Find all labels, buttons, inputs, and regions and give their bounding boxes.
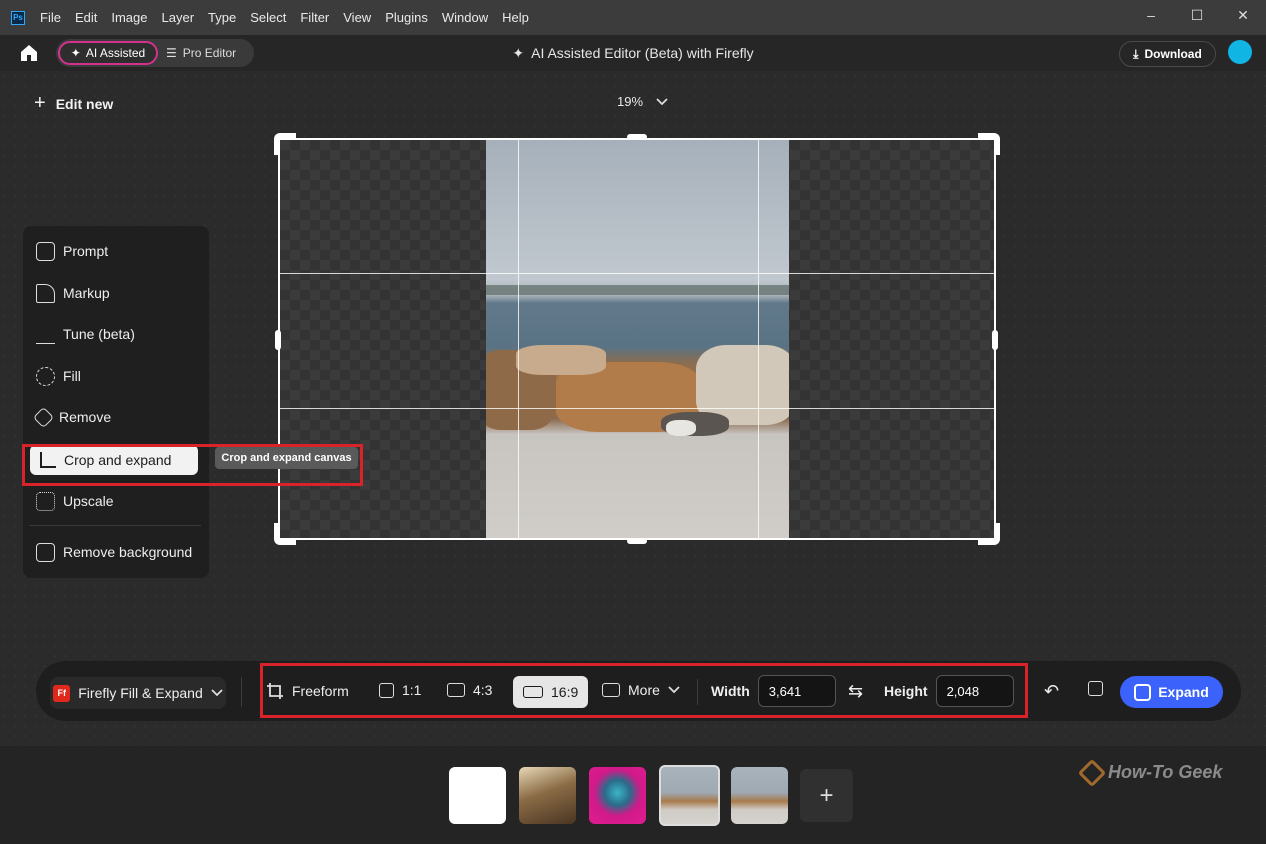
crop-handle-bottom[interactable] <box>627 538 647 544</box>
edit-new-button[interactable]: + Edit new <box>34 92 113 115</box>
page-title-text: AI Assisted Editor (Beta) with Firefly <box>531 45 754 61</box>
minimize-icon[interactable]: – <box>1128 0 1174 30</box>
tool-remove[interactable]: Remove <box>32 402 112 432</box>
close-icon[interactable]: ✕ <box>1220 0 1266 30</box>
highlight-box-crop-tool <box>22 444 363 486</box>
firefly-icon: Ff <box>53 684 71 702</box>
menu-view[interactable]: View <box>336 10 378 25</box>
tool-prompt[interactable]: Prompt <box>36 236 108 266</box>
tool-label: Remove <box>59 409 112 425</box>
tool-remove-background[interactable]: Remove background <box>36 537 192 567</box>
tool-fill[interactable]: Fill <box>36 361 81 391</box>
thumbnail-beach-active[interactable] <box>659 765 720 826</box>
window-titlebar: Ps File Edit Image Layer Type Select Fil… <box>0 0 1266 35</box>
menu-layer[interactable]: Layer <box>155 10 202 25</box>
tool-tune[interactable]: Tune (beta) <box>36 319 135 349</box>
menu-filter[interactable]: Filter <box>293 10 336 25</box>
remove-background-icon <box>36 542 55 562</box>
app-header: ✦ AI Assisted ☰ Pro Editor ✦ AI Assisted… <box>0 35 1266 71</box>
tool-label: Fill <box>63 368 81 384</box>
tool-label: Remove background <box>63 544 193 560</box>
mode-label: Firefly Fill & Expand <box>78 685 203 701</box>
tool-label: Markup <box>63 285 110 301</box>
avatar[interactable] <box>1228 40 1252 64</box>
menu-type[interactable]: Type <box>201 10 243 25</box>
highlight-box-ratio-controls <box>260 663 1028 718</box>
undo-icon: ↶ <box>1044 681 1060 701</box>
thumbnail-blank[interactable] <box>449 767 506 824</box>
download-button[interactable]: ⤓ Download <box>1119 41 1216 67</box>
upscale-icon <box>36 491 55 511</box>
menu-bar: File Edit Image Layer Type Select Filter… <box>33 10 536 25</box>
menu-window[interactable]: Window <box>435 10 495 25</box>
tool-label: Upscale <box>63 493 114 509</box>
menu-image[interactable]: Image <box>104 10 154 25</box>
window-controls: – ☐ ✕ <box>1128 0 1266 30</box>
fill-icon <box>36 366 55 386</box>
chevron-down-icon <box>211 689 223 697</box>
expand-button[interactable]: Expand <box>1120 676 1223 708</box>
menu-select[interactable]: Select <box>243 10 293 25</box>
photoshop-app-icon: Ps <box>11 10 25 25</box>
download-icon: ⤓ <box>1133 46 1139 61</box>
maximize-icon[interactable]: ☐ <box>1174 0 1220 30</box>
tool-markup[interactable]: Markup <box>36 278 110 308</box>
crop-handle-top[interactable] <box>627 134 647 140</box>
photo-rock <box>516 345 606 375</box>
crop-handle-bottom-right[interactable] <box>978 523 1000 545</box>
divider <box>29 525 201 526</box>
tune-icon <box>36 325 55 344</box>
download-label: Download <box>1144 47 1202 61</box>
markup-icon <box>36 283 55 303</box>
tool-label: Prompt <box>63 243 109 259</box>
prompt-icon <box>36 241 55 261</box>
grid-line <box>280 273 994 274</box>
plus-icon: + <box>34 92 46 114</box>
thumbnail-beach[interactable] <box>731 767 788 824</box>
thumbnail-interior[interactable] <box>519 767 576 824</box>
grid-line <box>518 140 519 538</box>
add-image-button[interactable]: + <box>800 769 853 822</box>
grid-line <box>280 408 994 409</box>
sparkle-icon: ✦ <box>512 45 525 61</box>
crop-handle-top-left[interactable] <box>274 133 296 155</box>
filmstrip: + How-To Geek <box>0 746 1266 844</box>
edit-new-label: Edit new <box>55 95 114 112</box>
howtogeek-icon <box>1077 758 1107 787</box>
tool-upscale[interactable]: Upscale <box>36 486 114 516</box>
grid-line <box>758 140 759 538</box>
menu-edit[interactable]: Edit <box>68 10 104 25</box>
chevron-down-icon <box>656 97 668 105</box>
crop-handle-top-right[interactable] <box>978 133 1000 155</box>
reset-button[interactable]: ↶ <box>1044 681 1059 702</box>
thumbnail-portrait[interactable] <box>589 767 646 824</box>
crop-handle-bottom-left[interactable] <box>274 523 296 545</box>
crop-canvas[interactable] <box>278 138 996 540</box>
menu-file[interactable]: File <box>33 10 68 25</box>
compare-button[interactable] <box>1088 681 1103 696</box>
generative-expand-icon <box>1134 683 1152 701</box>
expand-label: Expand <box>1158 684 1209 700</box>
photo-cat-patch <box>666 420 696 436</box>
compare-icon <box>1088 681 1103 696</box>
tool-label: Tune (beta) <box>63 326 135 342</box>
firefly-fill-expand-dropdown[interactable]: Ff Firefly Fill & Expand <box>50 677 226 709</box>
watermark-text: How-To Geek <box>1108 762 1223 782</box>
watermark-logo: How-To Geek <box>1077 758 1223 787</box>
crop-handle-left[interactable] <box>275 330 281 350</box>
remove-icon <box>32 406 55 428</box>
crop-handle-right[interactable] <box>992 330 998 350</box>
photo-image <box>486 140 789 538</box>
menu-help[interactable]: Help <box>495 10 536 25</box>
menu-plugins[interactable]: Plugins <box>378 10 435 25</box>
page-title: ✦ AI Assisted Editor (Beta) with Firefly <box>0 45 1266 62</box>
toolbar-divider <box>241 677 242 707</box>
tools-panel: Prompt Markup Tune (beta) Fill Remove Cr… <box>23 226 209 578</box>
zoom-dropdown[interactable]: 19% <box>617 94 669 109</box>
photo-shoreline <box>486 285 789 295</box>
zoom-value: 19% <box>617 94 644 109</box>
